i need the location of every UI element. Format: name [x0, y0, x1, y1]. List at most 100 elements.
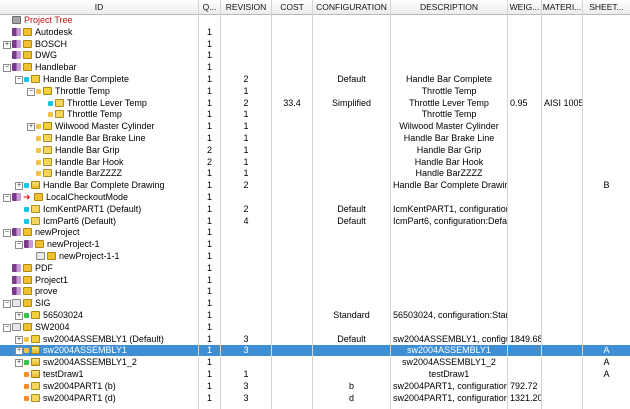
tree-row[interactable]: + sw2004ASSEMBLY1 (Default) 1 3 Default sw200… [0, 334, 630, 345]
tree-row[interactable]: − ➜ LocalCheckoutMode 1 [0, 192, 630, 203]
column-header-weight[interactable]: WEIG... [508, 0, 541, 14]
tree-item-label[interactable]: PDF [35, 263, 53, 274]
tree-row[interactable]: + Handle Bar Complete Drawing 1 2 Handle Bar… [0, 180, 630, 191]
column-header-id[interactable]: ID [0, 0, 198, 14]
tree-item-label[interactable]: Autodesk [35, 27, 73, 38]
tree-item-label[interactable]: DWG [35, 50, 57, 61]
tree-row[interactable]: − newProject 1 [0, 227, 630, 238]
column-divider[interactable] [220, 0, 221, 409]
bom-tree-grid[interactable]: ID Q... REVISION COST CONFIGURATION DESC… [0, 0, 630, 409]
collapse-icon[interactable]: − [15, 76, 23, 84]
column-divider[interactable] [582, 0, 583, 409]
column-divider[interactable] [198, 0, 199, 409]
tree-item-label[interactable]: 56503024 [43, 310, 83, 321]
tree-item-label[interactable]: Handle Bar Grip [55, 145, 120, 156]
tree-item-label[interactable]: Project Tree [24, 15, 73, 26]
tree-row[interactable]: sw2004PART1 (d) 1 3 d sw2004PART1, configura… [0, 393, 630, 404]
tree-item-label[interactable]: Handle Bar Brake Line [55, 133, 146, 144]
tree-row[interactable]: Project1 1 [0, 275, 630, 286]
column-header-cost[interactable]: COST [272, 0, 312, 14]
collapse-icon[interactable]: − [27, 87, 35, 96]
tree-item-label[interactable]: Throttle Lever Temp [67, 98, 147, 109]
column-header-material[interactable]: MATERI... [542, 0, 582, 14]
column-header-revision[interactable]: REVISION [221, 0, 271, 14]
tree-row[interactable]: − SIG 1 [0, 298, 630, 309]
tree-item-label[interactable]: sw2004ASSEMBLY1_2 [43, 357, 137, 368]
tree-item-label[interactable]: Throttle Temp [55, 86, 110, 97]
tree-row[interactable]: IcmKentPART1 (Default) 1 2 Default IcmKentPA… [0, 204, 630, 215]
collapse-icon[interactable]: − [15, 241, 23, 250]
tree-item-label[interactable]: sw2004ASSEMBLY1 (Default) [43, 334, 164, 345]
tree-item-label[interactable]: LocalCheckoutMode [46, 192, 128, 203]
tree-row[interactable]: DWG 1 [0, 50, 630, 61]
tree-item-label[interactable]: SW2004 [35, 322, 70, 333]
tree-row[interactable]: Handle Bar Brake Line 1 1 Handle Bar Brake … [0, 133, 630, 144]
tree-item-label[interactable]: Handle BarZZZZ [55, 168, 122, 179]
tree-row[interactable]: +56503024 1 Standard 56503024, configuratio… [0, 310, 630, 321]
tree-row[interactable]: − Throttle Temp 1 1 Throttle Temp [0, 86, 630, 97]
column-divider[interactable] [312, 0, 313, 409]
tree-row[interactable]: Autodesk 1 [0, 27, 630, 38]
tree-row[interactable]: Throttle Lever Temp 1 2 33.4 Simplified Throt… [0, 98, 630, 109]
tree-item-label[interactable]: SIG [35, 298, 51, 309]
expand-icon[interactable]: + [27, 123, 35, 132]
tree-item-label[interactable]: Throttle Temp [67, 109, 122, 120]
collapse-icon[interactable]: − [3, 64, 11, 73]
expand-icon[interactable]: + [15, 182, 23, 191]
tree-row[interactable]: − Handlebar 1 [0, 62, 630, 73]
column-header-qty[interactable]: Q... [199, 0, 220, 14]
collapse-icon[interactable]: − [3, 194, 11, 202]
tree-row[interactable]: sw2004PART1 (b) 1 3 b sw2004PART1, configura… [0, 381, 630, 392]
tree-row[interactable]: testDraw1 1 1 testDraw1 A [0, 369, 630, 380]
tree-row[interactable]: − newProject-1 1 [0, 239, 630, 250]
tree-item-label[interactable]: newProject-1-1 [59, 251, 120, 262]
tree-row[interactable]: PDF 1 [0, 263, 630, 274]
tree-item-label[interactable]: sw2004PART1 (b) [43, 381, 116, 392]
tree-item-label[interactable]: Handle Bar Hook [55, 157, 124, 168]
tree-row[interactable]: + sw2004ASSEMBLY1 1 3 sw2004ASSEMBLY1 A [0, 345, 630, 357]
column-header-description[interactable]: DESCRIPTION [391, 0, 507, 14]
tree-row[interactable]: + sw2004ASSEMBLY1_2 1 sw2004ASSEMBLY1_2 A [0, 357, 630, 368]
tree-item-label[interactable]: testDraw1 [43, 369, 84, 380]
tree-row[interactable]: Project Tree [0, 15, 630, 26]
expand-icon[interactable]: + [15, 359, 23, 368]
tree-row[interactable]: + Wilwood Master Cylinder 1 1 Wilwood Master… [0, 121, 630, 132]
tree-row[interactable]: prove 1 [0, 286, 630, 297]
tree-row[interactable]: − Handle Bar Complete 1 2 Default Handle Bar … [0, 74, 630, 85]
cell-weight [508, 62, 541, 73]
expand-icon[interactable]: + [15, 335, 23, 344]
tree-row[interactable]: Handle BarZZZZ 1 1 Handle BarZZZZ [0, 168, 630, 179]
tree-item-label[interactable]: Handle Bar Complete [43, 74, 129, 85]
tree-row[interactable]: Handle Bar Grip 2 1 Handle Bar Grip [0, 145, 630, 156]
expand-icon[interactable]: + [3, 40, 11, 49]
tree-item-label[interactable]: Project1 [35, 275, 68, 286]
column-divider[interactable] [271, 0, 272, 409]
tree-item-label[interactable]: Handlebar [35, 62, 77, 73]
tree-item-label[interactable]: sw2004ASSEMBLY1 [43, 345, 127, 356]
column-header-sheet[interactable]: SHEET... [583, 0, 630, 14]
tree-item-label[interactable]: IcmKentPART1 (Default) [43, 204, 141, 215]
tree-item-label[interactable]: Handle Bar Complete Drawing [43, 180, 165, 191]
collapse-icon[interactable]: − [3, 323, 11, 332]
expand-icon[interactable]: + [15, 347, 23, 356]
column-divider[interactable] [541, 0, 542, 409]
tree-row[interactable]: Throttle Temp 1 1 Throttle Temp [0, 109, 630, 120]
tree-item-label[interactable]: BOSCH [35, 39, 67, 50]
collapse-icon[interactable]: − [3, 300, 11, 309]
tree-item-label[interactable]: IcmPart6 (Default) [43, 216, 116, 227]
column-header-configuration[interactable]: CONFIGURATION [313, 0, 390, 14]
tree-row[interactable]: + BOSCH 1 [0, 39, 630, 50]
tree-item-label[interactable]: sw2004PART1 (d) [43, 393, 116, 404]
column-divider[interactable] [507, 0, 508, 409]
tree-item-label[interactable]: Wilwood Master Cylinder [55, 121, 155, 132]
expand-icon[interactable]: + [15, 312, 23, 320]
tree-item-label[interactable]: newProject [35, 227, 80, 238]
tree-row[interactable]: newProject-1-1 1 [0, 251, 630, 262]
tree-item-label[interactable]: newProject-1 [47, 239, 100, 250]
tree-row[interactable]: IcmPart6 (Default) 1 4 Default IcmPart6, con… [0, 216, 630, 227]
tree-item-label[interactable]: prove [35, 286, 58, 297]
column-divider[interactable] [390, 0, 391, 409]
collapse-icon[interactable]: − [3, 229, 11, 238]
tree-row[interactable]: − SW2004 1 [0, 322, 630, 333]
tree-row[interactable]: Handle Bar Hook 2 1 Handle Bar Hook [0, 157, 630, 168]
